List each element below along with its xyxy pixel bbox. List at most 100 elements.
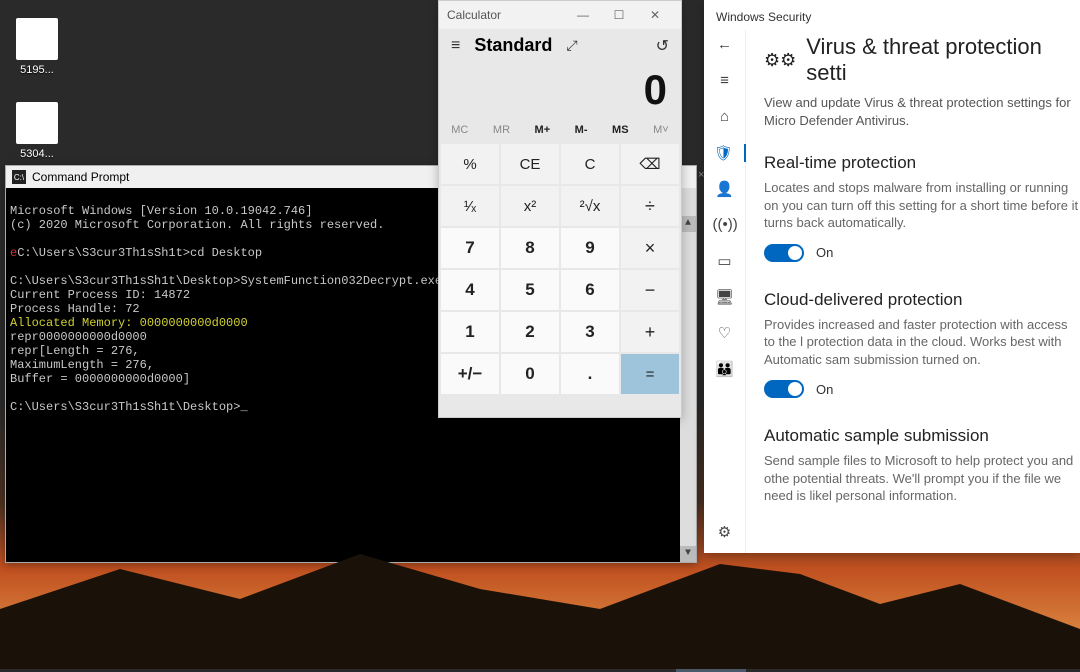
section-cloud: Cloud-delivered protection Provides incr… [764, 290, 1080, 399]
calc-display: 0 [439, 62, 681, 120]
cmd-scrollbar[interactable]: ▲ ▼ [680, 188, 696, 562]
settings-icon[interactable]: ⚙ [713, 523, 737, 541]
cmd-prompt: C:\Users\S3cur3Th1sSh1t\Desktop> [10, 400, 240, 414]
sec-heading: Virus & threat protection setti [806, 34, 1080, 86]
account-icon[interactable]: 👤 [713, 180, 737, 198]
cmd-cursor: _ [240, 400, 247, 414]
btn-3[interactable]: 3 [561, 312, 619, 352]
family-icon[interactable]: 👪 [713, 360, 737, 378]
btn-4[interactable]: 4 [441, 270, 499, 310]
btn-8[interactable]: 8 [501, 228, 559, 268]
gears-icon: ⚙⚙ [764, 50, 796, 71]
section-realtime: Real-time protection Locates and stops m… [764, 153, 1080, 262]
btn-decimal[interactable]: . [561, 354, 619, 394]
menu-icon[interactable]: ≡ [451, 37, 460, 55]
btn-9[interactable]: 9 [561, 228, 619, 268]
mem-ms[interactable]: MS [612, 124, 629, 136]
btn-equals[interactable]: = [621, 354, 679, 394]
btn-negate[interactable]: +/− [441, 354, 499, 394]
toggle-state: On [816, 245, 833, 260]
sec-subheading: View and update Virus & threat protectio… [764, 94, 1080, 129]
cmd-line: C:\Users\S3cur3Th1sSh1t>cd Desktop [17, 246, 262, 260]
maximize-button[interactable]: ☐ [601, 8, 637, 22]
toggle-realtime[interactable] [764, 244, 804, 262]
btn-sqrt[interactable]: ²√x [561, 186, 619, 226]
calc-keypad: % CE C ⌫ ¹⁄ₓ x² ²√x ÷ 7 8 9 × 4 5 6 − 1 … [439, 144, 681, 396]
sec-title-text: Windows Security [704, 0, 1080, 30]
home-icon[interactable]: ⌂ [713, 108, 737, 126]
mem-mlist: M˅ [653, 124, 669, 136]
close-button[interactable]: ✕ [637, 8, 673, 22]
btn-percent[interactable]: % [441, 144, 499, 184]
exe-icon [690, 586, 732, 628]
btn-6[interactable]: 6 [561, 270, 619, 310]
calculator-window[interactable]: Calculator — ☐ ✕ ≡ Standard ⤢ ↺ 0 MC MR … [438, 0, 682, 418]
btn-square[interactable]: x² [501, 186, 559, 226]
section-heading: Real-time protection [764, 153, 1080, 173]
scroll-down-icon[interactable]: ▼ [680, 546, 696, 562]
cmd-title-text: Command Prompt [32, 170, 129, 184]
minimize-button[interactable]: — [565, 8, 601, 22]
btn-7[interactable]: 7 [441, 228, 499, 268]
section-heading: Cloud-delivered protection [764, 290, 1080, 310]
sec-nav: ← ≡ ⌂ 🛡 👤 ((•)) ▭ 🖥 ♡ 👪 ⚙ [704, 30, 746, 553]
history-icon[interactable]: ↺ [656, 36, 669, 56]
btn-add[interactable]: + [621, 312, 679, 352]
mem-mr: MR [493, 124, 510, 136]
icon-label: 5195... [2, 64, 72, 76]
calc-titlebar[interactable]: Calculator — ☐ ✕ [439, 1, 681, 29]
section-heading: Automatic sample submission [764, 426, 1080, 446]
btn-c[interactable]: C [561, 144, 619, 184]
calc-title-text: Calculator [447, 8, 501, 22]
sec-heading-row: ⚙⚙ Virus & threat protection setti [764, 34, 1080, 86]
mem-mplus[interactable]: M+ [535, 124, 551, 136]
cmd-line: Process Handle: 72 [10, 302, 140, 316]
btn-inverse[interactable]: ¹⁄ₓ [441, 186, 499, 226]
btn-5[interactable]: 5 [501, 270, 559, 310]
landscape-silhouette [0, 549, 1080, 669]
file-icon [16, 102, 58, 144]
health-icon[interactable]: ♡ [713, 324, 737, 342]
icon-label: 5304... [2, 148, 72, 160]
desktop-icon-file-1[interactable]: 5195... [2, 18, 72, 76]
file-icon [16, 18, 58, 60]
keep-on-top-icon[interactable]: ⤢ [566, 37, 577, 54]
cmd-icon: C:\ [12, 170, 26, 184]
btn-divide[interactable]: ÷ [621, 186, 679, 226]
back-icon[interactable]: ← [713, 36, 737, 54]
cmd-line-yellow: Allocated Memory: 0000000000d0000 [10, 316, 248, 330]
btn-2[interactable]: 2 [501, 312, 559, 352]
calc-memory-row: MC MR M+ M- MS M˅ [439, 120, 681, 144]
sec-content: ⚙⚙ Virus & threat protection setti View … [746, 30, 1080, 553]
scroll-up-icon[interactable]: ▲ [680, 216, 696, 232]
cmd-line: C:\Users\S3cur3Th1sSh1t\Desktop>SystemFu… [10, 274, 442, 288]
app-browser-icon[interactable]: ▭ [713, 252, 737, 270]
btn-0[interactable]: 0 [501, 354, 559, 394]
btn-backspace[interactable]: ⌫ [621, 144, 679, 184]
section-auto-submit: Automatic sample submission Send sample … [764, 426, 1080, 505]
toggle-state: On [816, 382, 833, 397]
cmd-line: (c) 2020 Microsoft Corporation. All righ… [10, 218, 384, 232]
calc-mode: Standard [474, 35, 552, 56]
section-desc: Send sample files to Microsoft to help p… [764, 452, 1080, 505]
toggle-cloud[interactable] [764, 380, 804, 398]
shield-icon[interactable]: 🛡 [704, 144, 746, 162]
icon-label: SystemFunction032Decrypt.exe [678, 632, 744, 668]
firewall-icon[interactable]: ((•)) [713, 216, 737, 234]
cmd-line: Buffer = 0000000000d0000] [10, 372, 190, 386]
btn-ce[interactable]: CE [501, 144, 559, 184]
cmd-line: MaximumLength = 276, [10, 358, 154, 372]
device-icon[interactable]: 🖥 [713, 288, 737, 306]
desktop-icon-file-2[interactable]: 5304... [2, 102, 72, 160]
cmd-line: repr0000000000d0000 [10, 330, 147, 344]
btn-subtract[interactable]: − [621, 270, 679, 310]
btn-multiply[interactable]: × [621, 228, 679, 268]
mem-mminus[interactable]: M- [575, 124, 588, 136]
windows-security-window[interactable]: Windows Security ← ≡ ⌂ 🛡 👤 ((•)) ▭ 🖥 ♡ 👪… [704, 0, 1080, 553]
cmd-line: Microsoft Windows [Version 10.0.19042.74… [10, 204, 312, 218]
menu-icon[interactable]: ≡ [713, 72, 737, 90]
section-desc: Locates and stops malware from installin… [764, 179, 1080, 232]
btn-1[interactable]: 1 [441, 312, 499, 352]
mem-mc: MC [451, 124, 468, 136]
desktop-icon-exe[interactable]: SystemFunction032Decrypt.exe [676, 582, 746, 672]
